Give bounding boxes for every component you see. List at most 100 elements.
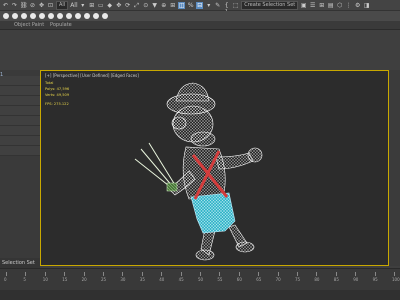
wireframe-character-model[interactable] (131, 79, 281, 265)
ribbon-paint-brush-icon[interactable] (12, 13, 18, 19)
toolbar-button-14[interactable]: ⊙ (142, 2, 149, 9)
ribbon-paint-brush-icon[interactable] (30, 13, 36, 19)
timeline-label: 65 (256, 277, 262, 282)
timeline-tick (6, 272, 7, 276)
toolbar-button-25[interactable]: ▣ (300, 2, 307, 9)
ribbon-paint-brush-icon[interactable] (48, 13, 54, 19)
overalls (190, 192, 236, 234)
timeline-label: 45 (178, 277, 184, 282)
stats-polys: Polys: 47,596 (45, 87, 70, 91)
timeline-label: 0 (4, 277, 7, 282)
toolbar-button-32[interactable]: ◨ (363, 2, 370, 9)
toolbar-button-30[interactable]: ⋮ (345, 2, 352, 9)
panel-row[interactable] (0, 96, 40, 106)
timeline-label: 60 (236, 277, 242, 282)
panel-row[interactable] (0, 76, 40, 86)
ribbon-paint-brush-icon[interactable] (39, 13, 45, 19)
ribbon-paint-brush-icon[interactable] (93, 13, 99, 19)
ribbon-paint-brush-icon[interactable] (84, 13, 90, 19)
toolbar-button-1[interactable]: ↷ (11, 2, 18, 9)
left-foot (195, 249, 215, 261)
ribbon-paint-brush-icon[interactable] (57, 13, 63, 19)
panel-row[interactable] (0, 136, 40, 146)
timeline-label: 50 (198, 277, 204, 282)
timeline[interactable]: 0 5 10 15 20 25 30 35 40 45 50 55 60 65 70 75 80 85 90 95 10… (0, 268, 400, 291)
timeline-tick (277, 272, 279, 276)
toolbar-button-19[interactable]: % (187, 2, 194, 9)
stats-total: Total (45, 81, 54, 85)
timeline-label: 5 (23, 277, 26, 282)
timeline-tick (64, 272, 66, 276)
ribbon-label-populate[interactable]: Populate (50, 21, 72, 29)
viewport-label[interactable]: [+] [Perspective] [User Defined] [Edged … (45, 73, 139, 78)
toolbar-button-18[interactable]: ◫ (178, 1, 186, 9)
timeline-tick (161, 272, 163, 276)
timeline-label: 90 (353, 277, 359, 282)
toolbar-button-17[interactable]: ⊞ (169, 2, 176, 9)
toolbar-button-23[interactable]: { } (223, 2, 230, 16)
toolbar-button-0[interactable]: ↶ (2, 2, 9, 9)
toolbar-button-29[interactable]: ⬡ (336, 2, 343, 9)
toolbar-button-2[interactable]: ⛓ (20, 2, 28, 9)
ribbon-paint-brush-icon[interactable] (102, 13, 108, 19)
toolbar-button-16[interactable]: ⊕ (160, 2, 167, 9)
timeline-label: 15 (62, 277, 68, 282)
panel-index-label: 1 (0, 72, 4, 78)
ribbon-paint-brush-icon[interactable] (75, 13, 81, 19)
perspective-viewport[interactable]: [+] [Perspective] [User Defined] [Edged … (40, 70, 389, 266)
toolbar-button-28[interactable]: ▤ (327, 2, 334, 9)
selection-set-label[interactable]: Selection Set (0, 258, 40, 268)
panel-row[interactable] (0, 106, 40, 116)
timeline-tick (374, 272, 376, 276)
filter-dropdown[interactable]: All (56, 0, 69, 10)
ribbon-paint-brush-icon[interactable] (66, 13, 72, 19)
selection-set-dropdown[interactable]: Create Selection Set (241, 0, 299, 10)
toolbar-button-3[interactable]: ⊘ (29, 2, 36, 9)
timeline-tick (297, 272, 298, 276)
timeline-label: 70 (275, 277, 281, 282)
toolbar-button-24[interactable]: ⬚ (232, 2, 239, 9)
toolbar-button-15[interactable]: ▼ (151, 2, 158, 9)
panel-row[interactable] (0, 126, 40, 136)
timeline-tick (394, 272, 395, 276)
toolbar-button-7[interactable]: ▾ (79, 2, 86, 9)
timeline-label: 85 (333, 277, 339, 282)
ribbon-labels-row: Object Paint Populate (0, 21, 400, 30)
toolbar-button-12[interactable]: ⟳ (124, 2, 131, 9)
status-bar (0, 290, 400, 300)
toolbar-button-4[interactable]: ✥ (38, 2, 45, 9)
ribbon-paint-brush-icon[interactable] (3, 13, 9, 19)
toolbar-button-10[interactable]: ◆ (106, 2, 113, 9)
timeline-tick (219, 272, 221, 276)
ribbon-label-object-paint[interactable]: Object Paint (14, 21, 44, 29)
timeline-label: 10 (42, 277, 48, 282)
toolbar-button-26[interactable]: ☰ (309, 2, 316, 9)
panel-row[interactable] (0, 146, 40, 156)
toolbar-button-27[interactable]: ⊞ (318, 2, 325, 9)
timeline-label: 100 (392, 277, 400, 282)
panel-row[interactable] (0, 116, 40, 126)
toolbar-button-21[interactable]: ▾ (205, 2, 212, 9)
right-foot (235, 241, 255, 253)
panel-row[interactable] (0, 86, 40, 96)
timeline-tick (335, 272, 337, 276)
toolbar-button-13[interactable]: ⤢ (133, 2, 140, 9)
ribbon-paint-brush-icon[interactable] (21, 13, 27, 19)
timeline-tick (122, 272, 124, 276)
toolbar-button-6[interactable]: All (70, 2, 77, 9)
toolbar-button-8[interactable]: ⊞ (88, 2, 95, 9)
stats-fps: FPS: 275.122 (45, 102, 69, 106)
toolbar-button-11[interactable]: ✥ (115, 2, 122, 9)
grass-blades (134, 142, 176, 190)
toolbar-button-20[interactable]: ⊟ (196, 1, 204, 9)
ribbon-bar (0, 11, 400, 21)
toolbar-button-9[interactable]: ▭ (97, 2, 104, 9)
toolbar-button-31[interactable]: ⚙ (354, 2, 361, 9)
hat-crown (175, 82, 210, 102)
stats-verts: Verts: 49,509 (45, 93, 70, 97)
toolbar-button-5[interactable]: ⊡ (47, 2, 54, 9)
toolbar-button-22[interactable]: ✎ (214, 2, 221, 9)
timeline-tick (180, 272, 182, 276)
timeline-label: 55 (217, 277, 223, 282)
right-scroll-strip[interactable] (389, 70, 400, 266)
